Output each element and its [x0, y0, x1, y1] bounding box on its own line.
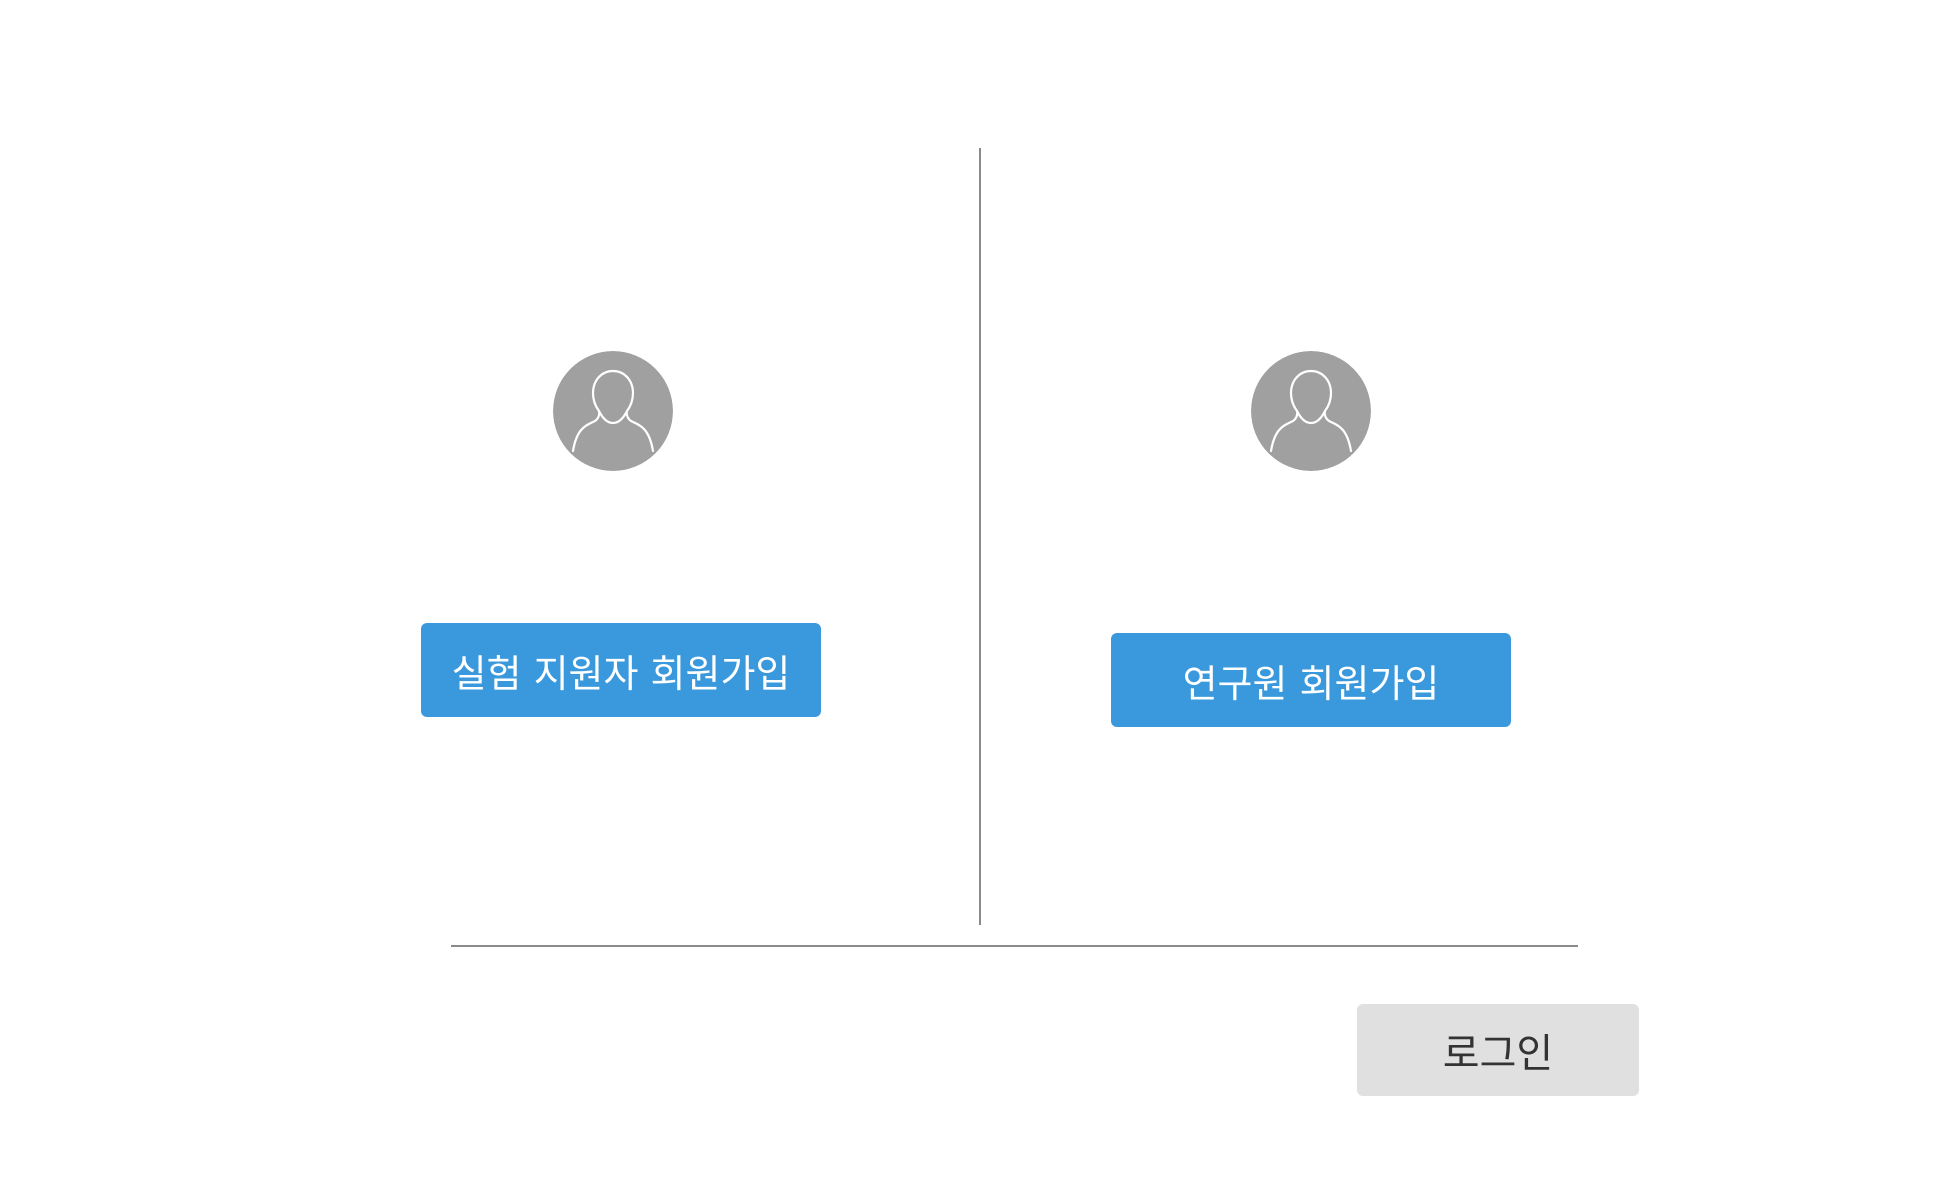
user-silhouette-icon — [1251, 351, 1371, 471]
participant-signup-button[interactable]: 실험 지원자 회원가입 — [421, 623, 821, 717]
horizontal-divider — [451, 945, 1578, 947]
vertical-divider — [979, 148, 981, 925]
participant-signup-label: 실험 지원자 회원가입 — [451, 651, 791, 696]
login-label: 로그인 — [1442, 1031, 1554, 1077]
login-button[interactable]: 로그인 — [1357, 1004, 1639, 1096]
researcher-avatar-icon — [1251, 351, 1371, 471]
researcher-signup-label: 연구원 회원가입 — [1182, 661, 1440, 706]
participant-avatar-icon — [553, 351, 673, 471]
researcher-signup-button[interactable]: 연구원 회원가입 — [1111, 633, 1511, 727]
user-silhouette-icon — [553, 351, 673, 471]
